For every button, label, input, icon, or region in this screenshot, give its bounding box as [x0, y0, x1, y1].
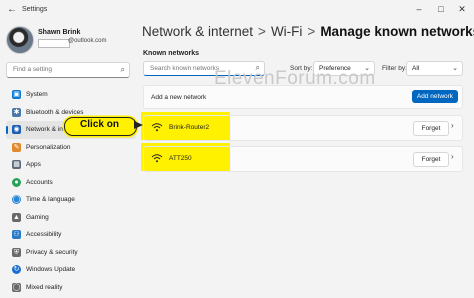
filter-label: Filter by:	[382, 65, 407, 72]
mixed-reality-icon: ◯	[12, 282, 21, 292]
known-networks-heading: Known networks	[143, 50, 200, 57]
sidebar-item-accessibility[interactable]: ⚇ Accessibility	[6, 226, 136, 244]
user-name: Shawn Brink	[38, 29, 81, 36]
back-arrow-icon[interactable]: ←	[7, 4, 17, 15]
network-name: ATT250	[169, 155, 192, 162]
sidebar-item-label: Accounts	[26, 178, 53, 186]
close-icon[interactable]: ✕	[455, 4, 469, 15]
minimize-icon[interactable]: –	[412, 4, 426, 14]
filter-value: All	[412, 65, 420, 72]
wifi-signal-icon	[151, 123, 163, 132]
sidebar-item-label: Windows Update	[26, 266, 76, 273]
title-bar: ← Settings – □ ✕	[0, 0, 474, 22]
accounts-icon: ●	[12, 177, 21, 187]
sidebar-item-time-language[interactable]: ◯ Time & language	[6, 191, 136, 209]
add-network-card: Add a new network Add network	[143, 85, 463, 109]
page-title: Manage known networks	[320, 24, 474, 39]
filter-dropdown[interactable]: All ⌄	[406, 61, 463, 76]
sidebar-item-label: Privacy & security	[26, 248, 78, 256]
user-profile[interactable]: Shawn Brink @outlook.com	[6, 26, 126, 56]
shield-icon: ⛨	[12, 247, 21, 257]
breadcrumb-network[interactable]: Network & internet	[142, 24, 253, 39]
chevron-right-icon[interactable]: ›	[451, 121, 454, 130]
sidebar-item-mixed-reality[interactable]: ◯ Mixed reality	[6, 279, 136, 297]
add-network-button[interactable]: Add network	[412, 90, 458, 103]
sidebar-item-label: Gaming	[26, 213, 49, 221]
maximize-icon[interactable]: □	[434, 4, 448, 14]
sidebar-item-system[interactable]: ▣ System	[6, 86, 136, 104]
forget-button[interactable]: Forget	[413, 121, 449, 136]
sidebar-item-personalization[interactable]: ✎ Personalization	[6, 139, 136, 157]
bluetooth-icon: ✱	[12, 107, 21, 117]
sidebar-item-label: Personalization	[26, 143, 71, 151]
brush-icon: ✎	[12, 142, 21, 152]
sidebar-item-label: Time & language	[26, 196, 75, 203]
callout-arrow-icon	[134, 121, 143, 129]
accessibility-icon: ⚇	[12, 230, 21, 239]
breadcrumb: Network & internet > Wi-Fi > Manage known ne…	[142, 24, 474, 39]
system-icon: ▣	[12, 90, 21, 99]
gaming-icon: ▲	[12, 212, 21, 222]
chevron-right-icon[interactable]: ›	[451, 152, 454, 161]
update-icon: ↻	[12, 265, 21, 274]
app-title: Settings	[22, 6, 48, 13]
wifi-icon: ◉	[12, 125, 21, 134]
sidebar-item-label: Apps	[26, 161, 41, 168]
find-setting-input[interactable]	[11, 65, 115, 74]
find-setting-box[interactable]: ⌕	[6, 62, 130, 78]
add-network-label: Add a new network	[151, 94, 207, 101]
sidebar-item-label: System	[26, 91, 48, 98]
breadcrumb-wifi[interactable]: Wi-Fi	[271, 24, 302, 39]
network-row[interactable]: Brink-Router2 Forget ›	[143, 115, 463, 141]
search-icon: ⌕	[120, 65, 125, 74]
network-row[interactable]: ATT250 Forget ›	[143, 146, 463, 172]
apps-icon: ▦	[12, 160, 21, 169]
sidebar-item-apps[interactable]: ▦ Apps	[6, 156, 136, 174]
sidebar-item-gaming[interactable]: ▲ Gaming	[6, 209, 136, 227]
sidebar-item-label: Accessibility	[26, 231, 62, 238]
sidebar-item-windows-update[interactable]: ↻ Windows Update	[6, 261, 136, 279]
wifi-signal-icon	[151, 154, 163, 163]
chevron-down-icon: ⌄	[452, 65, 458, 72]
sidebar-item-label: Bluetooth & devices	[26, 108, 84, 116]
avatar	[6, 26, 34, 54]
network-name: Brink-Router2	[169, 124, 210, 131]
email-redaction	[38, 39, 70, 48]
forget-button[interactable]: Forget	[413, 152, 449, 167]
user-email: @outlook.com	[68, 38, 107, 44]
breadcrumb-separator: >	[307, 24, 316, 39]
globe-icon: ◯	[12, 195, 21, 204]
breadcrumb-separator: >	[258, 24, 266, 39]
sidebar-item-accounts[interactable]: ● Accounts	[6, 174, 136, 192]
sidebar-item-privacy-security[interactable]: ⛨ Privacy & security	[6, 244, 136, 262]
sidebar-item-label: Mixed reality	[26, 283, 63, 291]
callout-text: Click on	[80, 119, 119, 130]
